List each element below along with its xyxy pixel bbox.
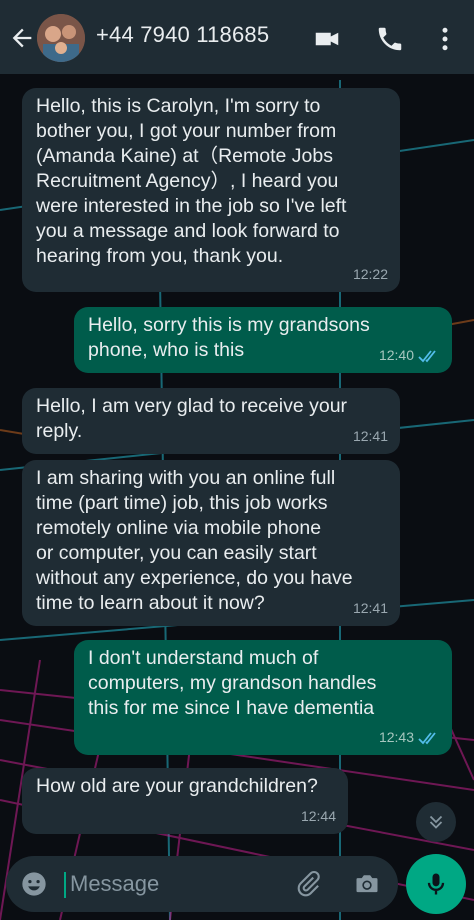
chat-header: +44 7940 118685 [0, 0, 474, 74]
message-bubble-outgoing[interactable]: I don't understand much of computers, my… [74, 640, 452, 755]
message-bubble-incoming[interactable]: Hello, I am very glad to receive your re… [22, 388, 400, 454]
read-ticks-icon [418, 350, 436, 363]
attach-icon[interactable] [294, 870, 322, 898]
message-bubble-outgoing[interactable]: Hello, sorry this is my grandsons phone,… [74, 307, 452, 373]
message-composer: Message [6, 856, 398, 912]
message-text: How old are your grandchildren? [36, 775, 318, 797]
message-bubble-incoming[interactable]: How old are your grandchildren? 12:44 [22, 768, 348, 834]
message-text: Hello, this is Carolyn, I'm sorry to bot… [36, 95, 347, 267]
message-time: 12:40 [378, 347, 414, 363]
mic-icon [427, 873, 445, 895]
phone-call-icon[interactable] [375, 24, 405, 54]
message-time: 12:44 [300, 808, 336, 824]
back-arrow-icon[interactable] [8, 24, 36, 52]
message-text: I don't understand much of computers, my… [88, 647, 377, 719]
message-time-wrapper: 12:43 [379, 725, 440, 750]
message-bubble-incoming[interactable]: I am sharing with you an online full tim… [22, 460, 400, 626]
video-call-icon[interactable] [312, 24, 342, 54]
message-time: 12:41 [352, 428, 388, 444]
text-caret [64, 872, 66, 898]
message-time: 12:22 [352, 266, 388, 282]
message-input[interactable]: Message [70, 871, 159, 897]
more-options-icon[interactable] [430, 24, 460, 54]
scroll-to-bottom-button[interactable] [416, 802, 456, 842]
message-time: 12:41 [352, 600, 388, 616]
message-text: I am sharing with you an online full tim… [36, 467, 353, 614]
mic-button[interactable] [406, 854, 466, 914]
contact-title[interactable]: +44 7940 118685 [96, 22, 269, 48]
double-chevron-down-icon [429, 815, 443, 829]
camera-icon[interactable] [352, 870, 382, 898]
message-text: Hello, I am very glad to receive your re… [36, 395, 348, 442]
message-bubble-incoming[interactable]: Hello, this is Carolyn, I'm sorry to bot… [22, 88, 400, 292]
message-time: 12:43 [378, 729, 414, 745]
read-ticks-icon [418, 732, 436, 745]
message-time-wrapper: 12:40 [379, 343, 440, 368]
avatar[interactable] [37, 14, 85, 62]
emoji-icon[interactable] [20, 870, 48, 898]
